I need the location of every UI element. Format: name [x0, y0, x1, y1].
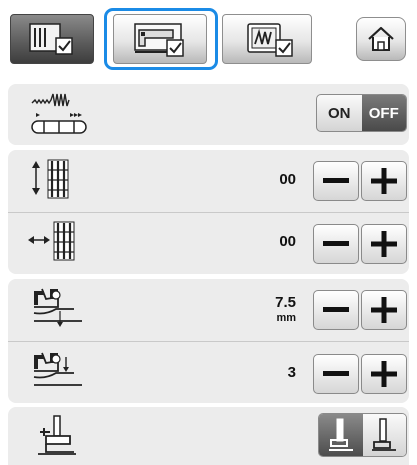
presser-foot-pressure-icon [33, 352, 82, 386]
minus-icon [323, 241, 349, 246]
row-divider [8, 341, 409, 342]
presser-height-minus-button[interactable] [313, 290, 359, 330]
foot-up-icon [328, 418, 353, 451]
stitch-length-minus-button[interactable] [313, 161, 359, 201]
stitch-width-icon [28, 221, 75, 261]
presser-height-stepper [313, 290, 407, 330]
presser-pressure-stepper [313, 354, 407, 394]
presser-foot-toggle[interactable] [318, 413, 407, 457]
stitch-width-minus-button[interactable] [313, 224, 359, 264]
presser-pressure-minus-button[interactable] [313, 354, 359, 394]
plus-icon [371, 361, 397, 387]
presser-foot-icon [38, 415, 76, 455]
needle-position-toggle[interactable]: ON OFF [316, 94, 407, 132]
home-button[interactable] [356, 17, 406, 61]
presser-pressure-plus-button[interactable] [361, 354, 407, 394]
plus-icon [371, 297, 397, 323]
plus-icon [371, 168, 397, 194]
embroidery-settings-icon [247, 23, 293, 57]
stitch-length-plus-button[interactable] [361, 161, 407, 201]
stitch-length-stepper [313, 161, 407, 201]
foot-down-icon [372, 418, 397, 451]
settings-page-1-icon [29, 23, 73, 55]
needle-position-icon [31, 93, 87, 134]
sewing-machine-settings-icon [134, 23, 184, 57]
stitch-length-icon [32, 159, 69, 199]
minus-icon [323, 371, 349, 376]
foot-up-option[interactable] [319, 414, 363, 456]
minus-icon [323, 178, 349, 183]
tab-sewing-settings[interactable] [113, 14, 207, 64]
stitch-width-stepper [313, 224, 407, 264]
stitch-length-value: 00 [279, 171, 296, 188]
top-tab-bar [0, 0, 417, 80]
stitch-width-plus-button[interactable] [361, 224, 407, 264]
row-divider [8, 212, 409, 213]
presser-foot-height-icon [33, 288, 82, 327]
stitch-width-value: 00 [279, 233, 296, 250]
foot-down-option[interactable] [362, 414, 406, 456]
toggle-off-option[interactable]: OFF [361, 95, 406, 131]
minus-icon [323, 307, 349, 312]
presser-pressure-value: 3 [287, 364, 296, 381]
plus-icon [371, 231, 397, 257]
presser-height-unit: mm [276, 312, 296, 324]
presser-height-value: 7.5 [275, 294, 296, 311]
home-icon [368, 26, 394, 51]
tab-embroidery-settings[interactable] [222, 14, 312, 64]
toggle-on-option[interactable]: ON [317, 95, 362, 131]
tab-settings-page-1[interactable] [10, 14, 94, 64]
presser-height-plus-button[interactable] [361, 290, 407, 330]
